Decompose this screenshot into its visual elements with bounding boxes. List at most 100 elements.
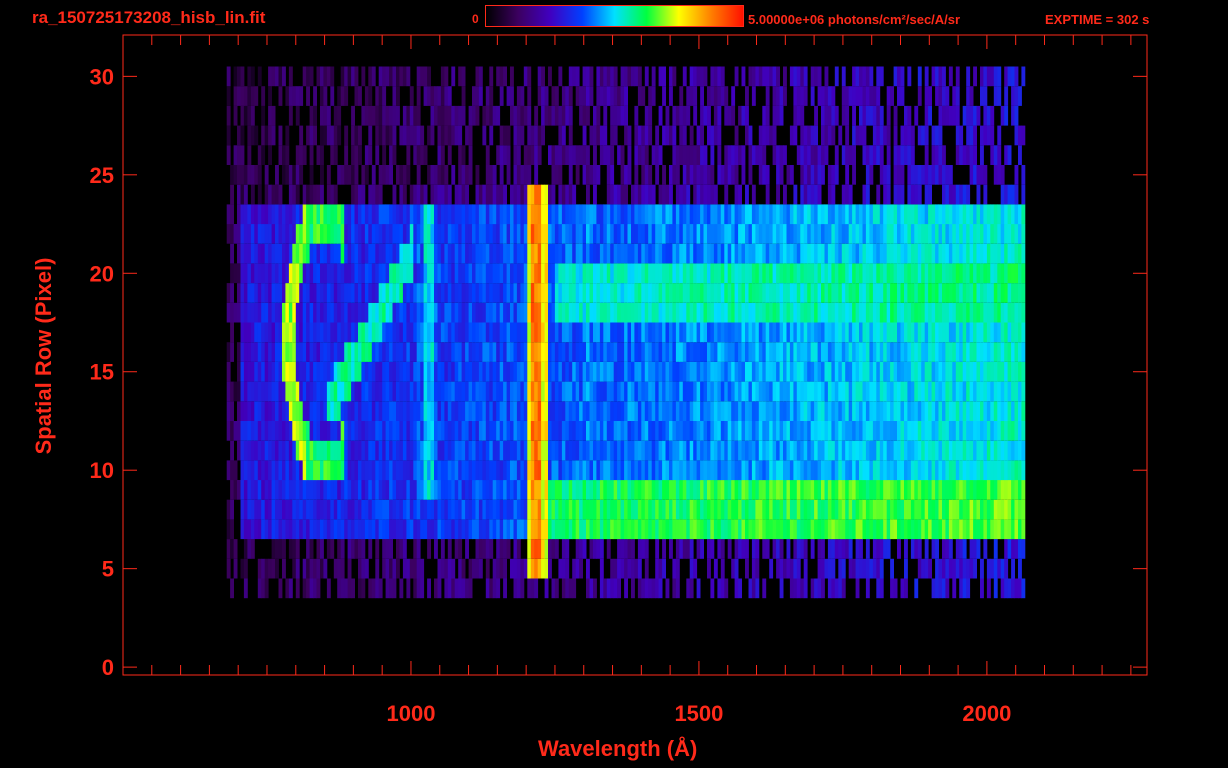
heatmap-cell <box>278 204 283 225</box>
heatmap-cell <box>800 519 805 540</box>
heatmap-cell <box>1021 263 1026 284</box>
heatmap-cell <box>344 165 349 185</box>
heatmap-cell <box>437 519 442 540</box>
heatmap-cell <box>568 302 573 323</box>
heatmap-cell <box>831 263 836 284</box>
heatmap-cell <box>955 145 960 165</box>
heatmap-cell <box>969 204 974 225</box>
heatmap-cell <box>596 342 601 362</box>
heatmap-cell <box>634 361 639 382</box>
heatmap-cell <box>437 204 442 225</box>
heatmap-cell <box>824 421 829 441</box>
heatmap-cell <box>751 224 756 244</box>
heatmap-cell <box>599 499 604 520</box>
heatmap-cell <box>838 322 843 343</box>
heatmap-cell <box>859 224 863 244</box>
heatmap-cell <box>651 381 656 402</box>
heatmap-cell <box>793 539 798 559</box>
heatmap-cell <box>865 361 870 382</box>
heatmap-cell <box>468 460 473 481</box>
heatmap-cell <box>772 342 777 362</box>
heatmap-cell <box>606 361 611 382</box>
heatmap-cell <box>451 243 456 264</box>
heatmap-cell <box>361 401 366 421</box>
heatmap-cell <box>783 421 787 441</box>
heatmap-cell <box>720 578 725 599</box>
heatmap-cell <box>738 361 742 382</box>
heatmap-cell <box>928 361 932 382</box>
heatmap-cell <box>610 460 615 481</box>
heatmap-cell <box>686 401 691 421</box>
heatmap-cell <box>1021 302 1026 323</box>
heatmap-cell <box>769 558 774 579</box>
heatmap-cell <box>765 440 770 461</box>
heatmap-cell <box>966 499 971 520</box>
heatmap-cell <box>852 302 856 323</box>
heatmap-cell <box>548 539 552 559</box>
heatmap-cell <box>489 184 494 205</box>
heatmap-cell <box>904 342 908 362</box>
heatmap-cell <box>506 322 511 343</box>
heatmap-cell <box>665 184 670 205</box>
heatmap-cell <box>434 243 438 264</box>
heatmap-cell <box>237 145 241 165</box>
heatmap-cell <box>358 125 362 146</box>
heatmap-cell <box>959 263 964 284</box>
heatmap-cell <box>651 322 656 343</box>
heatmap-cell <box>827 125 832 146</box>
heatmap-cell <box>427 421 431 441</box>
heatmap-cell <box>917 421 922 441</box>
heatmap-cell <box>389 401 393 421</box>
heatmap-cell <box>589 322 594 343</box>
heatmap-cell <box>655 342 660 362</box>
heatmap-cell <box>444 224 449 244</box>
heatmap-cell <box>465 480 469 500</box>
heatmap-cell <box>900 224 905 244</box>
heatmap-cell <box>1000 440 1005 461</box>
heatmap-cell <box>717 283 722 303</box>
heatmap-cell <box>271 322 276 343</box>
heatmap-cell <box>240 302 245 323</box>
heatmap-cell <box>713 342 718 362</box>
heatmap-cell <box>596 499 601 520</box>
heatmap-cell <box>755 224 760 244</box>
heatmap-cell <box>468 401 473 421</box>
heatmap-cell <box>758 480 763 500</box>
heatmap-cell <box>807 361 812 382</box>
heatmap-cell <box>447 125 452 146</box>
heatmap-cell <box>855 283 860 303</box>
heatmap-cell <box>250 263 255 284</box>
heatmap-cell <box>434 440 438 461</box>
heatmap-cell <box>586 381 590 402</box>
heatmap-cell <box>669 342 673 362</box>
heatmap-cell <box>845 322 850 343</box>
heatmap-cell <box>914 263 919 284</box>
heatmap-cell <box>613 322 618 343</box>
heatmap-cell <box>869 243 874 264</box>
heatmap-cell <box>772 519 777 540</box>
heatmap-cell <box>527 322 532 343</box>
heatmap-cell <box>810 342 815 362</box>
heatmap-cell <box>862 184 867 205</box>
heatmap-cell <box>416 460 421 481</box>
heatmap-cell <box>973 539 977 559</box>
heatmap-cell <box>516 578 521 599</box>
heatmap-cell <box>240 105 245 126</box>
heatmap-cell <box>800 283 805 303</box>
heatmap-cell <box>617 460 621 481</box>
heatmap-cell <box>821 519 825 540</box>
heatmap-cell <box>686 381 691 402</box>
heatmap-cell <box>399 283 404 303</box>
heatmap-cell <box>306 558 310 579</box>
heatmap-cell <box>454 243 459 264</box>
heatmap-cell <box>586 145 590 165</box>
heatmap-cell <box>807 460 812 481</box>
heatmap-cell <box>907 125 912 146</box>
heatmap-cell <box>382 361 387 382</box>
heatmap-cell <box>385 499 390 520</box>
heatmap-cell <box>282 480 286 500</box>
heatmap-cell <box>1004 263 1009 284</box>
heatmap-cell <box>271 558 276 579</box>
heatmap-cell <box>593 578 597 599</box>
heatmap-cell <box>803 558 808 579</box>
